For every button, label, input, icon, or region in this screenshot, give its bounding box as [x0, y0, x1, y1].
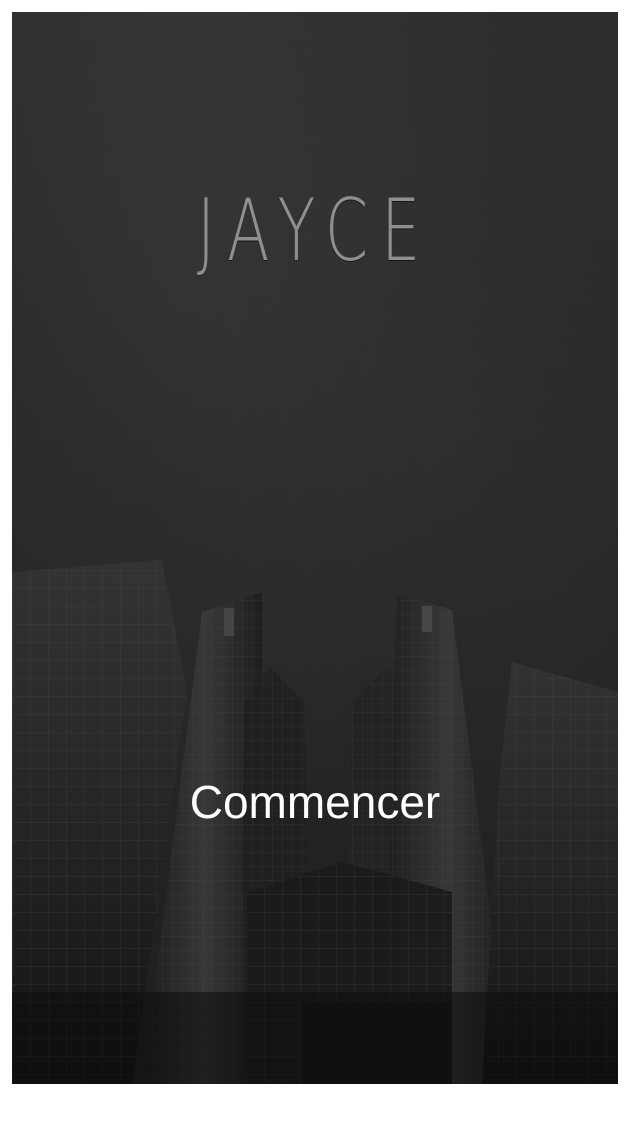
app-logo: JAYCE: [196, 181, 434, 281]
splash-screen: JAYCE Commencer: [12, 12, 618, 1084]
start-button[interactable]: Commencer: [180, 772, 450, 832]
city-skyline-image: [12, 560, 618, 1084]
